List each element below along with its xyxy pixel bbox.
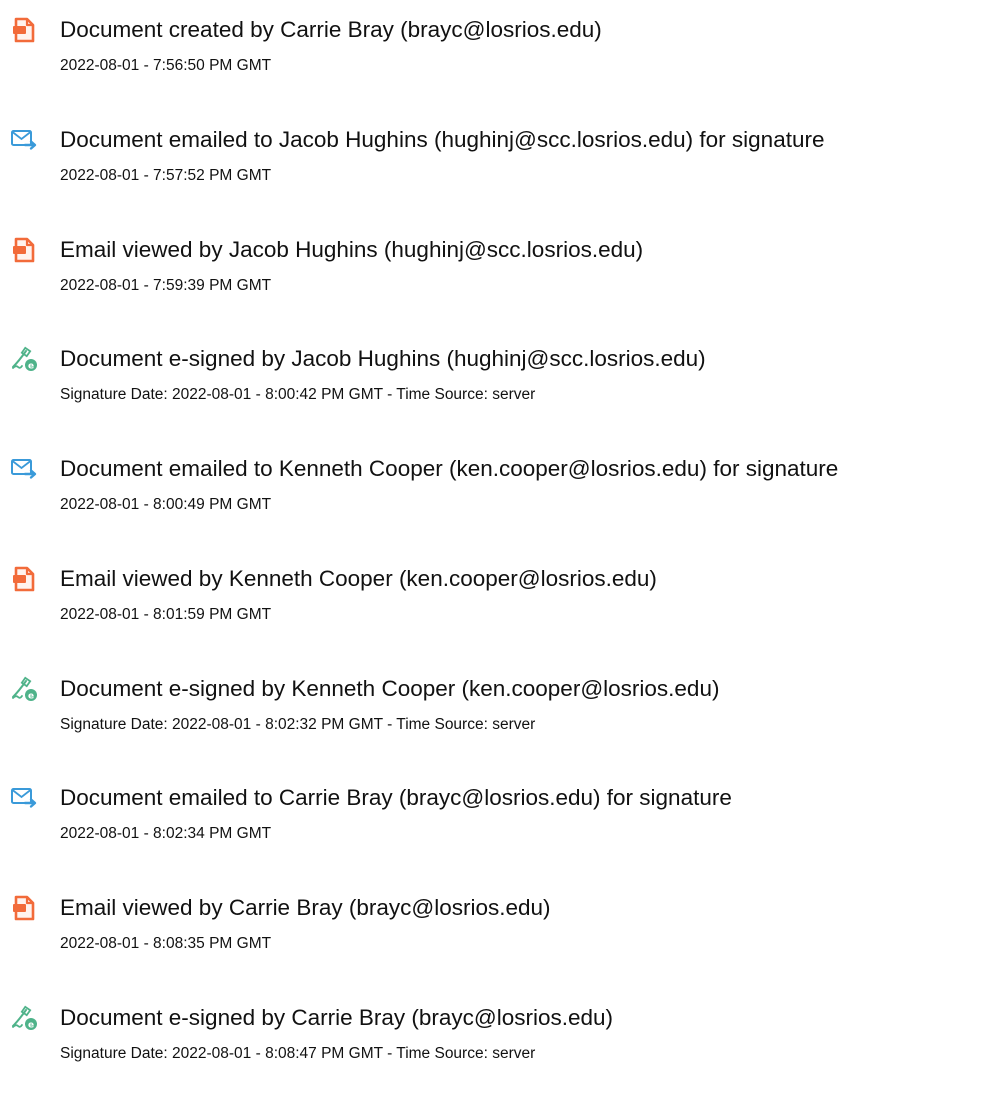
svg-text:e: e bbox=[28, 692, 34, 702]
audit-event: Email viewed by Carrie Bray (brayc@losri… bbox=[0, 894, 982, 974]
event-date: Signature Date: 2022-08-01 - 8:00:42 PM … bbox=[60, 386, 536, 403]
event-title: Email viewed by Jacob Hughins (hughinj@s… bbox=[60, 237, 644, 262]
e-sign-icon: e bbox=[10, 675, 38, 703]
audit-event: e Document e-signed by Kenneth Cooper (k… bbox=[0, 675, 982, 755]
event-title: Document emailed to Jacob Hughins (hughi… bbox=[60, 127, 825, 152]
audit-event: Email viewed by Jacob Hughins (hughinj@s… bbox=[0, 236, 982, 316]
event-date: 2022-08-01 - 8:01:59 PM GMT bbox=[60, 606, 272, 623]
audit-event: Email viewed by Kenneth Cooper (ken.coop… bbox=[0, 565, 982, 645]
event-title: Email viewed by Carrie Bray (brayc@losri… bbox=[60, 895, 551, 920]
email-sent-icon bbox=[10, 784, 38, 812]
document-icon bbox=[10, 565, 38, 593]
event-title: Document emailed to Carrie Bray (brayc@l… bbox=[60, 785, 732, 810]
event-date: 2022-08-01 - 8:00:49 PM GMT bbox=[60, 496, 272, 513]
event-title: Email viewed by Kenneth Cooper (ken.coop… bbox=[60, 566, 657, 591]
document-icon bbox=[10, 16, 38, 44]
event-date: 2022-08-01 - 8:08:35 PM GMT bbox=[60, 935, 272, 952]
event-title: Document e-signed by Jacob Hughins (hugh… bbox=[60, 346, 706, 371]
email-sent-icon bbox=[10, 126, 38, 154]
svg-text:e: e bbox=[28, 362, 34, 372]
svg-text:e: e bbox=[28, 1021, 34, 1031]
event-title: Document emailed to Kenneth Cooper (ken.… bbox=[60, 456, 839, 481]
event-date: 2022-08-01 - 8:02:34 PM GMT bbox=[60, 825, 272, 842]
event-date: 2022-08-01 - 7:59:39 PM GMT bbox=[60, 277, 272, 294]
event-date: Signature Date: 2022-08-01 - 8:08:47 PM … bbox=[60, 1045, 536, 1062]
audit-event: e Document e-signed by Carrie Bray (bray… bbox=[0, 1004, 982, 1084]
event-date: 2022-08-01 - 7:57:52 PM GMT bbox=[60, 167, 272, 184]
event-title: Document e-signed by Kenneth Cooper (ken… bbox=[60, 676, 720, 701]
audit-event: Document emailed to Carrie Bray (brayc@l… bbox=[0, 784, 982, 864]
audit-event: Document emailed to Kenneth Cooper (ken.… bbox=[0, 455, 982, 535]
e-sign-icon: e bbox=[10, 345, 38, 373]
document-icon bbox=[10, 894, 38, 922]
event-date: Signature Date: 2022-08-01 - 8:02:32 PM … bbox=[60, 716, 536, 733]
audit-event: Document emailed to Jacob Hughins (hughi… bbox=[0, 126, 982, 206]
email-sent-icon bbox=[10, 455, 38, 483]
e-sign-icon: e bbox=[10, 1004, 38, 1032]
event-title: Document e-signed by Carrie Bray (brayc@… bbox=[60, 1005, 614, 1030]
event-date: 2022-08-01 - 7:56:50 PM GMT bbox=[60, 57, 272, 74]
audit-event: e Document e-signed by Jacob Hughins (hu… bbox=[0, 345, 982, 425]
audit-event: Document created by Carrie Bray (brayc@l… bbox=[0, 16, 982, 96]
document-icon bbox=[10, 236, 38, 264]
event-title: Document created by Carrie Bray (brayc@l… bbox=[60, 17, 602, 42]
